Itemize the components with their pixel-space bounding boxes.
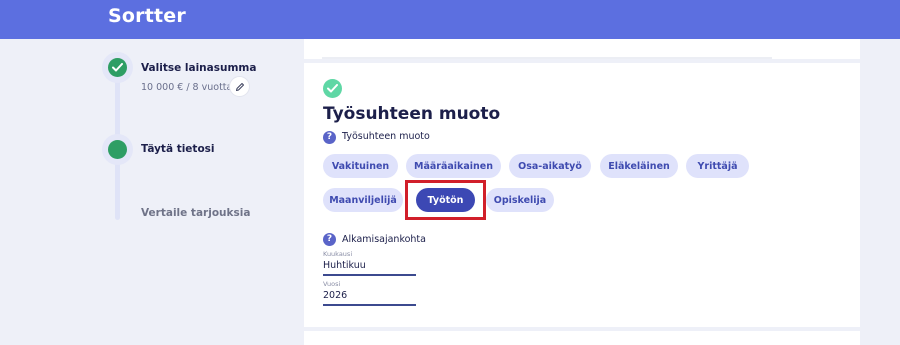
option-opiskelija[interactable]: Opiskelija bbox=[486, 188, 554, 212]
step-2-title: Täytä tietosi bbox=[141, 143, 215, 155]
previous-section-card bbox=[304, 39, 860, 59]
divider bbox=[322, 57, 772, 59]
top-header: Sortter bbox=[0, 0, 900, 39]
selection-highlight-box bbox=[405, 180, 486, 220]
option-vakituinen[interactable]: Vakituinen bbox=[323, 154, 398, 178]
help-question-icon[interactable]: ? bbox=[323, 233, 336, 246]
employment-type-label: Työsuhteen muoto bbox=[342, 131, 430, 142]
step-1-title: Valitse lainasumma bbox=[141, 62, 257, 74]
help-question-icon[interactable]: ? bbox=[323, 131, 336, 144]
start-date-label: Alkamisajankohta bbox=[342, 234, 426, 245]
year-select[interactable]: 2026 bbox=[323, 289, 416, 306]
option-yrittaja[interactable]: Yrittäjä bbox=[686, 154, 749, 178]
month-select[interactable]: Huhtikuu bbox=[323, 259, 416, 276]
sortter-logo[interactable]: Sortter bbox=[108, 5, 186, 27]
section-title: Työsuhteen muoto bbox=[323, 104, 501, 124]
year-field-label: Vuosi bbox=[323, 280, 341, 288]
next-section-card bbox=[304, 331, 860, 345]
section-complete-check-icon bbox=[323, 79, 342, 98]
step-1-check-icon bbox=[108, 58, 127, 77]
step-1-summary: 10 000 € / 8 vuotta bbox=[141, 82, 233, 93]
month-field-label: Kuukausi bbox=[323, 250, 353, 258]
option-maanviljelija[interactable]: Maanviljelijä bbox=[323, 188, 403, 212]
option-maaraaikainen[interactable]: Määräaikainen bbox=[406, 154, 501, 178]
option-elakelainen[interactable]: Eläkeläinen bbox=[600, 154, 678, 178]
pencil-icon bbox=[235, 82, 244, 91]
step-2-current-dot bbox=[108, 140, 127, 159]
edit-loan-button[interactable] bbox=[229, 76, 250, 97]
step-3-title: Vertaile tarjouksia bbox=[141, 207, 251, 219]
option-osa-aikatyo[interactable]: Osa-aikatyö bbox=[509, 154, 591, 178]
